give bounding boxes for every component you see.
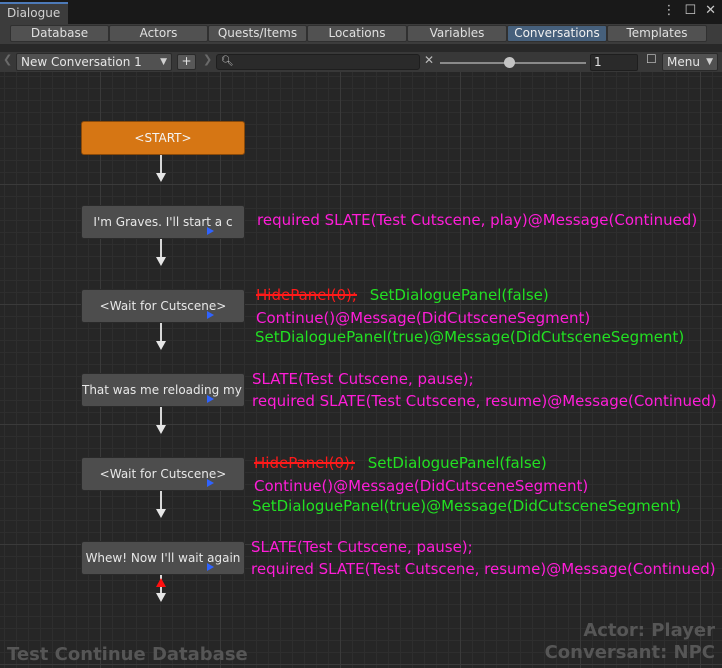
annotation-text: SetDialoguePanel(false) <box>369 286 549 304</box>
annotation-text: Continue()@Message(DidCutsceneSegment) <box>254 477 589 495</box>
add-conversation-button[interactable]: + <box>177 54 196 70</box>
link-arrow-icon <box>156 341 166 350</box>
struck-annotation-text: HidePanel(0); <box>256 286 357 304</box>
tab-quests-items[interactable]: Quests/Items <box>208 25 307 42</box>
editor-tabs: Database Actors Quests/Items Locations V… <box>0 24 722 44</box>
title-bar: Dialogue ⋮ ☐ ✕ <box>0 0 722 24</box>
maximize-icon[interactable]: ☐ <box>684 3 696 18</box>
annotation-text: required SLATE(Test Cutscene, resume)@Me… <box>251 560 716 578</box>
zoom-input[interactable]: 1 <box>590 54 638 71</box>
annotation-text: HidePanel(0); SetDialoguePanel(false) <box>256 285 549 305</box>
link-arrow-icon <box>156 509 166 518</box>
actor-label: Actor: Player <box>583 620 715 641</box>
dialogue-node-text: That was me reloading my r <box>82 383 245 397</box>
annotation-text: required SLATE(Test Cutscene, play)@Mess… <box>257 211 698 229</box>
annotation-text: required SLATE(Test Cutscene, resume)@Me… <box>252 392 717 410</box>
tab-locations[interactable]: Locations <box>307 25 407 42</box>
annotation-text: SetDialoguePanel(true)@Message(DidCutsce… <box>255 328 685 346</box>
player-entry-icon <box>207 227 214 235</box>
dialogue-node-text: Whew! Now I'll wait again <box>85 551 241 565</box>
dialogue-node[interactable]: Whew! Now I'll wait again <box>81 541 245 575</box>
tab-actors[interactable]: Actors <box>109 25 208 42</box>
dialogue-node[interactable]: That was me reloading my r <box>81 373 245 407</box>
conversation-dropdown-label: New Conversation 1 <box>21 55 142 69</box>
annotation-text: SetDialoguePanel(false) <box>367 454 547 472</box>
clear-search-icon[interactable]: ✕ <box>424 53 434 67</box>
dialogue-node[interactable]: I'm Graves. I'll start a c <box>81 205 245 239</box>
chevron-left-icon[interactable]: ❮ <box>3 53 12 66</box>
annotation-text: Continue()@Message(DidCutsceneSegment) <box>256 309 591 327</box>
annotation-text: HidePanel(0); SetDialoguePanel(false) <box>254 453 547 473</box>
link-arrow-icon <box>156 173 166 182</box>
player-entry-icon <box>207 395 214 403</box>
tab-database[interactable]: Database <box>10 25 109 42</box>
window-controls: ⋮ ☐ ✕ <box>662 3 716 18</box>
player-entry-icon <box>207 311 214 319</box>
conversant-label: Conversant: NPC <box>544 642 715 663</box>
link-line <box>160 155 162 174</box>
window-menu-icon[interactable]: ⋮ <box>662 3 675 18</box>
zoom-slider-handle[interactable] <box>504 57 515 68</box>
chevron-right-icon[interactable]: ❯ <box>203 53 212 66</box>
annotation-text: SetDialoguePanel(true)@Message(DidCutsce… <box>252 497 682 515</box>
end-marker-icon <box>156 578 166 587</box>
player-entry-icon <box>207 563 214 571</box>
link-arrow-icon <box>156 425 166 434</box>
link-line <box>160 491 162 510</box>
link-line <box>160 239 162 258</box>
lock-icon[interactable]: ☐ <box>646 52 657 66</box>
tab-templates[interactable]: Templates <box>607 25 707 42</box>
search-icon: 🔍︎ <box>221 56 234 67</box>
menu-dropdown-label: Menu <box>667 55 700 69</box>
close-icon[interactable]: ✕ <box>705 3 716 18</box>
chevron-down-icon: ▼ <box>706 57 713 67</box>
tab-conversations[interactable]: Conversations <box>507 25 607 42</box>
dialogue-editor-window: Dialogue ⋮ ☐ ✕ Database Actors Quests/It… <box>0 0 722 668</box>
menu-dropdown[interactable]: Menu ▼ <box>662 53 718 71</box>
chevron-down-icon: ▼ <box>160 57 167 67</box>
database-name-label: Test Continue Database <box>7 644 248 665</box>
start-node[interactable]: <START> <box>81 121 245 155</box>
dialogue-node[interactable]: <Wait for Cutscene> <box>81 289 245 323</box>
conversation-dropdown[interactable]: New Conversation 1 ▼ <box>16 53 172 71</box>
player-entry-icon <box>207 479 214 487</box>
link-line <box>160 323 162 342</box>
tab-variables[interactable]: Variables <box>407 25 507 42</box>
conversation-toolbar: ❮ New Conversation 1 ▼ + ❯ 🔍︎ ✕ 1 ☐ Menu… <box>0 52 722 72</box>
dialogue-node[interactable]: <Wait for Cutscene> <box>81 457 245 491</box>
link-arrow-icon <box>156 257 166 266</box>
window-tab-title[interactable]: Dialogue <box>0 2 68 24</box>
annotation-text: SLATE(Test Cutscene, pause); <box>252 370 474 388</box>
struck-annotation-text: HidePanel(0); <box>254 454 355 472</box>
search-field[interactable]: 🔍︎ <box>216 54 420 70</box>
link-line <box>160 407 162 426</box>
annotation-text: SLATE(Test Cutscene, pause); <box>251 538 473 556</box>
link-arrow-icon <box>156 593 166 602</box>
node-graph-canvas[interactable]: <START> I'm Graves. I'll start a c <Wait… <box>0 72 722 668</box>
